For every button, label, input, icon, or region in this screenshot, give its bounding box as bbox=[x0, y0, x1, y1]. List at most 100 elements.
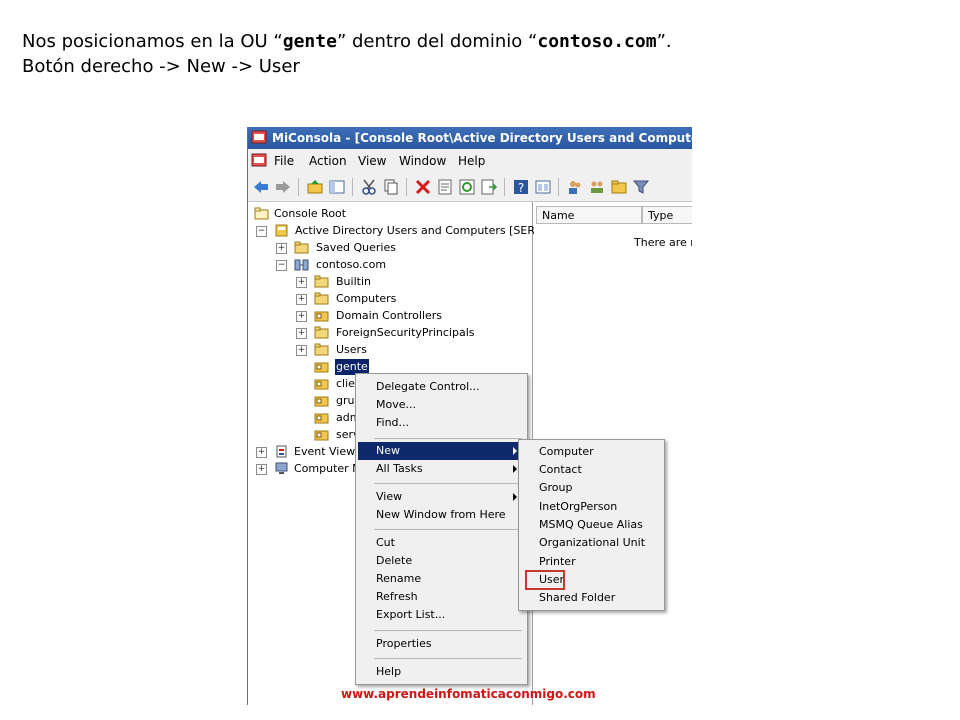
instruction-part: ” dentro del dominio “ bbox=[336, 31, 538, 52]
expand-icon[interactable]: + bbox=[276, 243, 287, 254]
console-icon[interactable] bbox=[534, 178, 552, 196]
refresh-icon[interactable] bbox=[458, 178, 476, 196]
submenu-item-computer[interactable]: Computer bbox=[539, 443, 659, 461]
menu-item-rename[interactable]: Rename bbox=[376, 570, 521, 588]
menu-separator bbox=[374, 483, 522, 484]
submenu-item-group[interactable]: Group bbox=[539, 479, 659, 497]
collapse-icon[interactable]: − bbox=[276, 260, 287, 271]
submenu-item-msmq-queue-alias[interactable]: MSMQ Queue Alias bbox=[539, 516, 659, 534]
toolbar-separator bbox=[298, 178, 299, 196]
submenu-item-shared-folder[interactable]: Shared Folder bbox=[539, 589, 659, 607]
users-icon[interactable] bbox=[566, 178, 584, 196]
console-menu-icon[interactable] bbox=[251, 153, 267, 168]
expand-icon[interactable]: + bbox=[296, 328, 307, 339]
help-icon[interactable]: ? bbox=[512, 178, 530, 196]
menu-item-move[interactable]: Move... bbox=[376, 396, 521, 414]
collapse-icon[interactable]: − bbox=[256, 226, 267, 237]
tree-label: Users bbox=[336, 343, 367, 356]
delete-icon[interactable] bbox=[414, 178, 432, 196]
user-highlight-box bbox=[525, 570, 565, 590]
cut-icon[interactable] bbox=[360, 178, 378, 196]
tree-label: Domain Controllers bbox=[336, 309, 443, 322]
domain-icon bbox=[294, 259, 309, 271]
back-icon[interactable] bbox=[252, 178, 270, 196]
toolbar-separator bbox=[504, 178, 505, 196]
menu-item-label: All Tasks bbox=[376, 462, 423, 475]
menu-window[interactable]: Window bbox=[399, 149, 446, 173]
menu-item-find[interactable]: Find... bbox=[376, 414, 521, 432]
column-header-name[interactable]: Name bbox=[536, 206, 642, 224]
forward-icon[interactable] bbox=[274, 178, 292, 196]
copy-icon[interactable] bbox=[382, 178, 400, 196]
column-header-type[interactable]: Type bbox=[642, 206, 692, 224]
instruction-ou-name: gente bbox=[282, 31, 337, 52]
instruction-domain-name: contoso.com bbox=[537, 31, 657, 52]
folder-icon[interactable] bbox=[610, 178, 628, 196]
menu-item-cut[interactable]: Cut bbox=[376, 534, 521, 552]
submenu-item-inetorgperson[interactable]: InetOrgPerson bbox=[539, 498, 659, 516]
menu-item-view[interactable]: View bbox=[358, 488, 523, 506]
empty-list-message: There are n bbox=[634, 236, 692, 249]
menu-item-new[interactable]: New bbox=[358, 442, 523, 460]
new-submenu: Computer Contact Group InetOrgPerson MSM… bbox=[518, 439, 665, 611]
submenu-arrow-icon bbox=[513, 447, 517, 455]
menu-bar: File Action View Window Help bbox=[248, 149, 692, 173]
title-bar[interactable]: MiConsola - [Console Root\Active Directo… bbox=[248, 127, 692, 149]
menu-item-properties[interactable]: Properties bbox=[376, 635, 521, 653]
tree-label: Computers bbox=[336, 292, 397, 305]
window-title: MiConsola - [Console Root\Active Directo… bbox=[272, 131, 692, 145]
menu-view[interactable]: View bbox=[358, 149, 386, 173]
submenu-arrow-icon bbox=[513, 493, 517, 501]
submenu-item-printer[interactable]: Printer bbox=[539, 553, 659, 571]
tree-label: Builtin bbox=[336, 275, 371, 288]
menu-item-all-tasks[interactable]: All Tasks bbox=[358, 460, 523, 478]
expand-icon[interactable]: + bbox=[296, 345, 307, 356]
export-icon[interactable] bbox=[480, 178, 498, 196]
watermark: www.aprendeinfomaticaconmigo.com bbox=[341, 687, 596, 701]
menu-item-refresh[interactable]: Refresh bbox=[376, 588, 521, 606]
submenu-item-organizational-unit[interactable]: Organizational Unit bbox=[539, 534, 659, 552]
filter-icon[interactable] bbox=[632, 178, 650, 196]
menu-item-delegate-control[interactable]: Delegate Control... bbox=[376, 378, 521, 396]
menu-item-help[interactable]: Help bbox=[376, 663, 521, 681]
instruction-line-2: Botón derecho -> New -> User bbox=[22, 56, 300, 77]
toolbar-separator bbox=[406, 178, 407, 196]
folder-icon bbox=[314, 343, 329, 356]
menu-item-export-list[interactable]: Export List... bbox=[376, 606, 521, 624]
event-viewer-icon bbox=[276, 445, 287, 458]
aduc-icon bbox=[275, 224, 288, 237]
expand-icon[interactable]: + bbox=[256, 464, 267, 475]
groups-icon[interactable] bbox=[588, 178, 606, 196]
tree-label: Saved Queries bbox=[316, 241, 396, 254]
up-folder-icon[interactable] bbox=[306, 178, 324, 196]
expand-icon[interactable]: + bbox=[256, 447, 267, 458]
menu-help[interactable]: Help bbox=[458, 149, 485, 173]
menu-separator bbox=[374, 658, 522, 659]
menu-item-new-window[interactable]: New Window from Here bbox=[376, 506, 521, 524]
ou-icon bbox=[314, 396, 329, 407]
folder-icon bbox=[314, 326, 329, 339]
show-hide-tree-icon[interactable] bbox=[328, 178, 346, 196]
tree-label: ForeignSecurityPrincipals bbox=[336, 326, 475, 339]
menu-separator bbox=[374, 630, 522, 631]
toolbar-separator bbox=[558, 178, 559, 196]
menu-separator bbox=[374, 529, 522, 530]
tree-label: Computer M bbox=[294, 462, 362, 475]
instruction-line-1: Nos posicionamos en la OU “gente” dentro… bbox=[22, 29, 672, 54]
menu-item-label: New bbox=[376, 444, 400, 457]
menu-file[interactable]: File bbox=[274, 149, 294, 173]
folder-icon bbox=[314, 292, 329, 305]
expand-icon[interactable]: + bbox=[296, 294, 307, 305]
menu-action[interactable]: Action bbox=[309, 149, 347, 173]
folder-icon bbox=[254, 207, 269, 220]
expand-icon[interactable]: + bbox=[296, 277, 307, 288]
folder-icon bbox=[294, 241, 309, 254]
expand-icon[interactable]: + bbox=[296, 311, 307, 322]
menu-item-delete[interactable]: Delete bbox=[376, 552, 521, 570]
tree-label: Console Root bbox=[274, 207, 347, 220]
mmc-window: MiConsola - [Console Root\Active Directo… bbox=[247, 127, 692, 705]
properties-icon[interactable] bbox=[436, 178, 454, 196]
tree-label: contoso.com bbox=[316, 258, 387, 271]
submenu-item-contact[interactable]: Contact bbox=[539, 461, 659, 479]
ou-icon bbox=[314, 311, 329, 322]
